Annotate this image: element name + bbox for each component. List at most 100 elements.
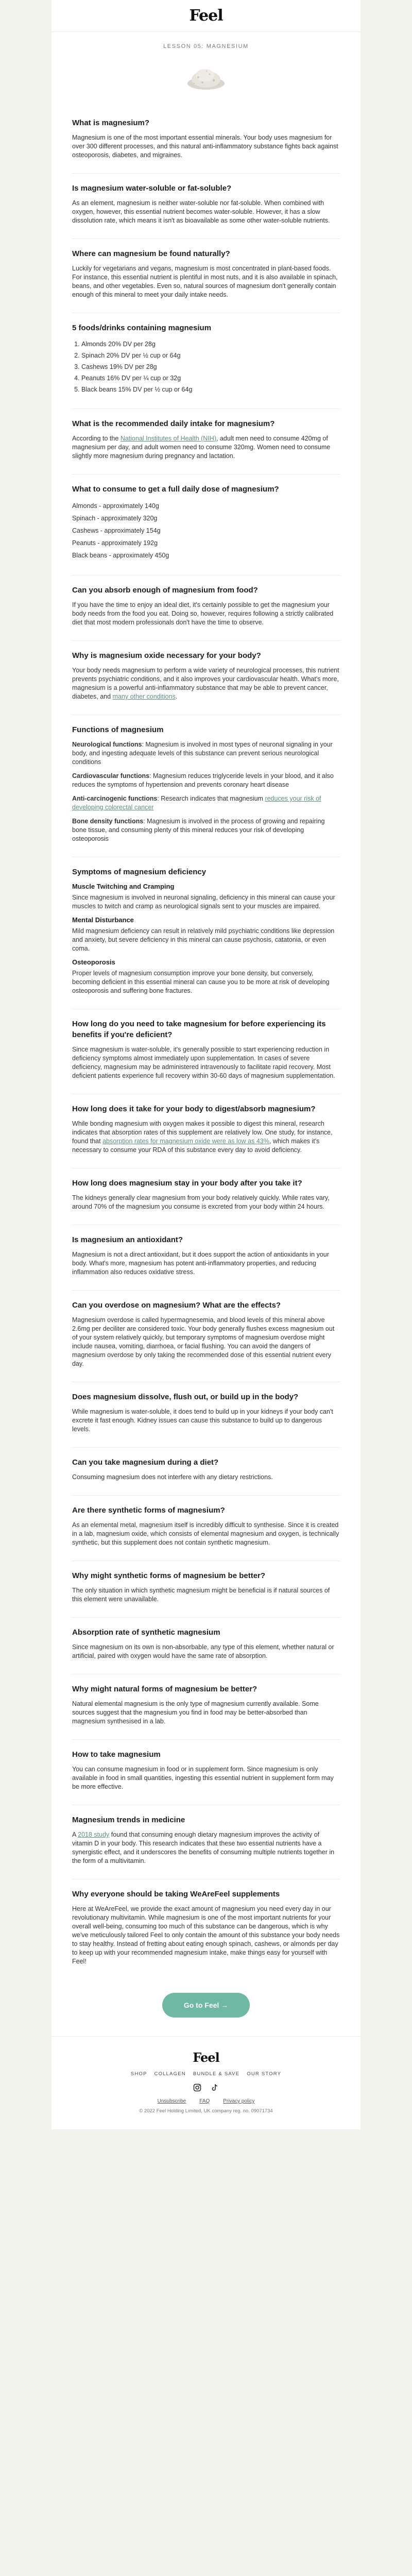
section-text: If you have the time to enjoy an ideal d… xyxy=(72,601,334,626)
section-text: Magnesium is not a direct antioxidant, b… xyxy=(72,1251,329,1276)
go-to-feel-button[interactable]: Go to Feel → xyxy=(162,1993,250,2018)
section-synthetic-better: Why might synthetic forms of magnesium b… xyxy=(72,1561,340,1618)
function-label: Neurological functions xyxy=(72,741,142,748)
faq-link[interactable]: FAQ xyxy=(199,2098,210,2104)
text-span: A xyxy=(72,1831,78,1838)
section-title: How long does it take for your body to d… xyxy=(72,1105,316,1113)
list-item: Black beans 15% DV per ½ cup or 64g xyxy=(81,384,340,395)
footer-nav: SHOP COLLAGEN BUNDLE & SAVE OUR STORY xyxy=(52,2071,360,2077)
text-span: found that consuming enough dietary magn… xyxy=(72,1831,335,1865)
section-stay: How long does magnesium stay in your bod… xyxy=(72,1168,340,1225)
section-text: The kidneys generally clear magnesium fr… xyxy=(72,1194,330,1210)
section-text: Magnesium overdose is called hypermagnes… xyxy=(72,1316,335,1367)
list-item: Peanuts - approximately 192g xyxy=(72,539,158,547)
section-dissolve: Does magnesium dissolve, flush out, or b… xyxy=(72,1382,340,1448)
section-everyone: Why everyone should be taking WeAreFeel … xyxy=(72,1879,340,1979)
absorption-link[interactable]: absorption rates for magnesium oxide wer… xyxy=(102,1138,269,1145)
section-text: Luckily for vegetarians and vegans, magn… xyxy=(72,265,338,298)
section-text: Since magnesium on its own is non-absorb… xyxy=(72,1643,334,1659)
footer-nav-story[interactable]: OUR STORY xyxy=(247,2071,281,2077)
function-label: Anti-carcinogenic functions xyxy=(72,795,158,802)
copyright-text: © 2022 Feel Holding Limited, UK company … xyxy=(139,2108,273,2114)
consume-list: Almonds - approximately 140g Spinach - a… xyxy=(72,500,340,562)
unsubscribe-link[interactable]: Unsubscribe xyxy=(158,2098,186,2104)
section-digest: How long does it take for your body to d… xyxy=(72,1094,340,1168)
article-content: What is magnesium? Magnesium is one of t… xyxy=(52,108,360,1979)
section-title: How long does magnesium stay in your bod… xyxy=(72,1179,302,1188)
section-text: Natural elemental magnesium is the only … xyxy=(72,1700,319,1725)
section-howlong: How long do you need to take magnesium f… xyxy=(72,1009,340,1094)
section-text: Magnesium is one of the most important e… xyxy=(72,134,338,159)
section-title: How to take magnesium xyxy=(72,1750,161,1759)
section-absorption-rate: Absorption rate of synthetic magnesium S… xyxy=(72,1618,340,1674)
conditions-link[interactable]: many other conditions xyxy=(113,693,176,700)
section-title: Can you absorb enough of magnesium from … xyxy=(72,586,258,595)
footer-nav-collagen[interactable]: COLLAGEN xyxy=(154,2071,186,2077)
function-text: : Research indicates that magnesium xyxy=(157,795,265,802)
section-text: Mild magnesium deficiency can result in … xyxy=(72,927,335,952)
footer-logo[interactable]: Feel xyxy=(52,2050,360,2065)
section-title: Absorption rate of synthetic magnesium xyxy=(72,1628,220,1637)
study-link[interactable]: 2018 study xyxy=(78,1831,109,1838)
section-title: Why everyone should be taking WeAreFeel … xyxy=(72,1890,280,1899)
section-title: What is the recommended daily intake for… xyxy=(72,419,275,428)
section-text: As an elemental metal, magnesium itself … xyxy=(72,1521,339,1546)
section-text: While bonding magnesium with oxygen make… xyxy=(72,1120,340,1155)
section-why: Why is magnesium oxide necessary for you… xyxy=(72,641,340,715)
section-overdose: Can you overdose on magnesium? What are … xyxy=(72,1291,340,1382)
section-text: As an element, magnesium is neither wate… xyxy=(72,199,330,224)
instagram-icon[interactable] xyxy=(193,2083,202,2092)
section-text: Here at WeAreFeel, we provide the exact … xyxy=(72,1905,340,1965)
section-title: What to consume to get a full daily dose… xyxy=(72,485,279,494)
section-text: Consuming magnesium does not interfere w… xyxy=(72,1473,273,1481)
section-title: How long do you need to take magnesium f… xyxy=(72,1020,326,1039)
section-title: Where can magnesium be found naturally? xyxy=(72,249,230,258)
function-label: Cardiovascular functions xyxy=(72,772,150,779)
text-span: According to the xyxy=(72,435,121,442)
hero-image xyxy=(52,49,360,108)
foods-list: Almonds 20% DV per 28g Spinach 20% DV pe… xyxy=(72,338,340,395)
section-text: While magnesium is water-soluble, it doe… xyxy=(72,1408,333,1433)
function-item: Cardiovascular functions: Magnesium redu… xyxy=(72,772,340,789)
section-title: What is magnesium? xyxy=(72,118,150,127)
social-links xyxy=(52,2083,360,2092)
function-item: Bone density functions: Magnesium is inv… xyxy=(72,817,340,843)
footer-nav-bundle[interactable]: BUNDLE & SAVE xyxy=(193,2071,239,2077)
section-text: Since magnesium is involved in neuronal … xyxy=(72,894,335,910)
function-label: Bone density functions xyxy=(72,818,144,825)
section-functions: Functions of magnesium Neurological func… xyxy=(72,715,340,857)
section-intake: What is the recommended daily intake for… xyxy=(72,409,340,474)
section-title: Why is magnesium oxide necessary for you… xyxy=(72,651,261,660)
footer-nav-shop[interactable]: SHOP xyxy=(131,2071,147,2077)
section-text: The only situation in which synthetic ma… xyxy=(72,1587,330,1603)
section-text: Your body needs magnesium to perform a w… xyxy=(72,666,340,701)
email-footer: Feel SHOP COLLAGEN BUNDLE & SAVE OUR STO… xyxy=(52,2036,360,2129)
section-text: Since magnesium is water-soluble, it's g… xyxy=(72,1046,335,1079)
list-item: Black beans - approximately 450g xyxy=(72,552,169,559)
list-item: Spinach 20% DV per ½ cup or 64g xyxy=(81,350,340,361)
text-span: . xyxy=(175,693,178,700)
section-natural-better: Why might natural forms of magnesium be … xyxy=(72,1674,340,1740)
list-item: Almonds 20% DV per 28g xyxy=(81,338,340,350)
section-title: Can you take magnesium during a diet? xyxy=(72,1458,219,1467)
subsection-title: Muscle Twitching and Cramping xyxy=(72,883,175,890)
section-synthetic: Are there synthetic forms of magnesium? … xyxy=(72,1496,340,1561)
section-text: According to the National Institutes of … xyxy=(72,434,340,461)
nih-link[interactable]: National Institutes of Health (NIH) xyxy=(121,435,216,442)
section-title: Symptoms of magnesium deficiency xyxy=(72,868,207,876)
brand-logo[interactable]: Feel xyxy=(189,7,223,25)
subsection-title: Osteoporosis xyxy=(72,958,115,966)
list-item: Spinach - approximately 320g xyxy=(72,515,158,522)
function-item: Neurological functions: Magnesium is inv… xyxy=(72,740,340,767)
section-found: Where can magnesium be found naturally? … xyxy=(72,239,340,313)
section-title: Are there synthetic forms of magnesium? xyxy=(72,1506,225,1515)
privacy-policy-link[interactable]: Privacy policy xyxy=(223,2098,254,2104)
subsection-title: Mental Disturbance xyxy=(72,916,134,924)
section-absorb: Can you absorb enough of magnesium from … xyxy=(72,575,340,641)
section-text: Proper levels of magnesium consumption i… xyxy=(72,970,330,994)
section-title: Why might natural forms of magnesium be … xyxy=(72,1685,258,1693)
section-howto: How to take magnesium You can consume ma… xyxy=(72,1740,340,1805)
section-title: Is magnesium an antioxidant? xyxy=(72,1235,183,1244)
tiktok-icon[interactable] xyxy=(210,2083,219,2092)
section-foods: 5 foods/drinks containing magnesium Almo… xyxy=(72,313,340,409)
